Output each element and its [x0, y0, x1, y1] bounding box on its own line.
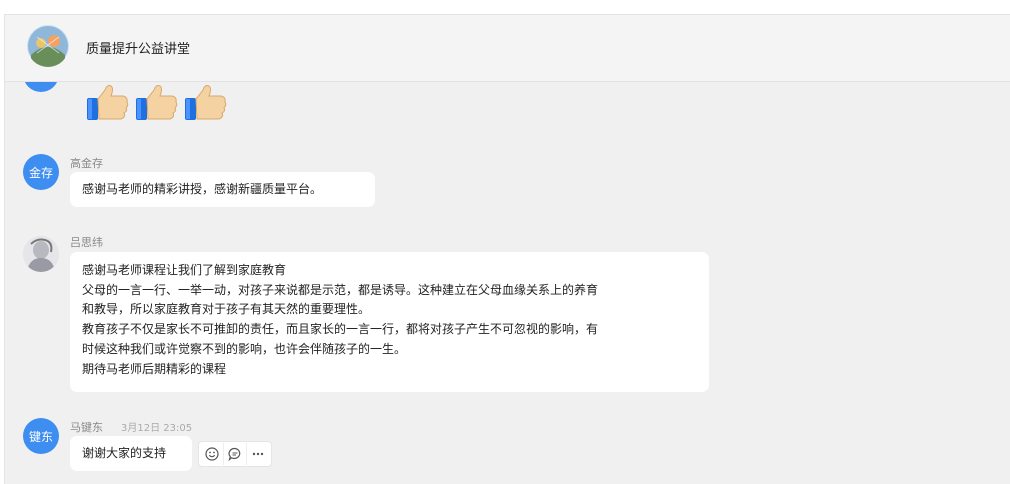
thumbs-up-icon: [87, 85, 129, 120]
comment-icon: [228, 447, 241, 461]
avatar-initials: 金存: [28, 165, 53, 180]
smile-icon: [205, 447, 219, 461]
message-bubble[interactable]: 感谢马老师课程让我们了解到家庭教育 父母的一言一行、一举一动，对孩子来说都是示范…: [70, 252, 709, 392]
emoji-reaction-button[interactable]: [201, 443, 223, 465]
message-bubble[interactable]: 谢谢大家的支持: [70, 436, 192, 471]
message-time: 3月12日 23:05: [121, 423, 193, 434]
avatar[interactable]: [23, 236, 59, 272]
sender-name[interactable]: 吕思纬: [70, 234, 103, 250]
group-avatar[interactable]: [27, 25, 69, 67]
reply-button[interactable]: [223, 443, 246, 465]
chat-title: 质量提升公益讲堂: [86, 42, 191, 57]
message-bubble[interactable]: 感谢马老师的精彩讲授，感谢新疆质量平台。: [70, 172, 375, 207]
more-button[interactable]: [246, 443, 269, 465]
emoji-message: [85, 82, 229, 122]
message-text: 期待马老师后期精彩的课程: [82, 361, 227, 376]
sender-name[interactable]: 马键东 3月12日 23:05: [70, 419, 192, 435]
message-text: 和教导，所以家庭教育对于孩子有其天然的重要理性。: [82, 302, 371, 317]
avatar[interactable]: 金存: [23, 154, 59, 190]
thumbs-up-icon: [136, 85, 178, 120]
avatar-initials: 键东: [28, 429, 53, 444]
more-horizontal-icon: [252, 452, 264, 456]
message-text: 感谢马老师的精彩讲授，感谢新疆质量平台。: [82, 182, 323, 196]
message-text: 父母的一言一行、一举一动，对孩子来说都是示范，都是诱导。这种建立在父母血缘关系上…: [82, 282, 599, 297]
chat-window: 质量提升公益讲堂 金存 高金存 感谢马老师的精彩讲授，感谢新疆质量平台。 吕思纬…: [4, 14, 1010, 484]
sender-label: 马键东: [70, 421, 103, 434]
message-action-bar: [198, 441, 272, 467]
message-text: 谢谢大家的支持: [82, 446, 167, 460]
avatar[interactable]: 键东: [23, 418, 59, 454]
user-photo-icon: [23, 236, 59, 272]
thumbs-up-icon: [185, 85, 227, 120]
message-text: 教育孩子不仅是家长不可推卸的责任，而且家长的一言一行，都将对孩子产生不可忽视的影…: [82, 322, 599, 337]
chat-header: 质量提升公益讲堂: [5, 15, 1010, 82]
message-text: 时候这种我们或许觉察不到的影响，也许会伴随孩子的一生。: [82, 341, 407, 356]
sender-name[interactable]: 高金存: [70, 155, 103, 171]
message-text: 感谢马老师课程让我们了解到家庭教育: [82, 263, 287, 277]
message-list[interactable]: 金存 高金存 感谢马老师的精彩讲授，感谢新疆质量平台。 吕思纬 感谢马老师课程让…: [5, 56, 1010, 484]
